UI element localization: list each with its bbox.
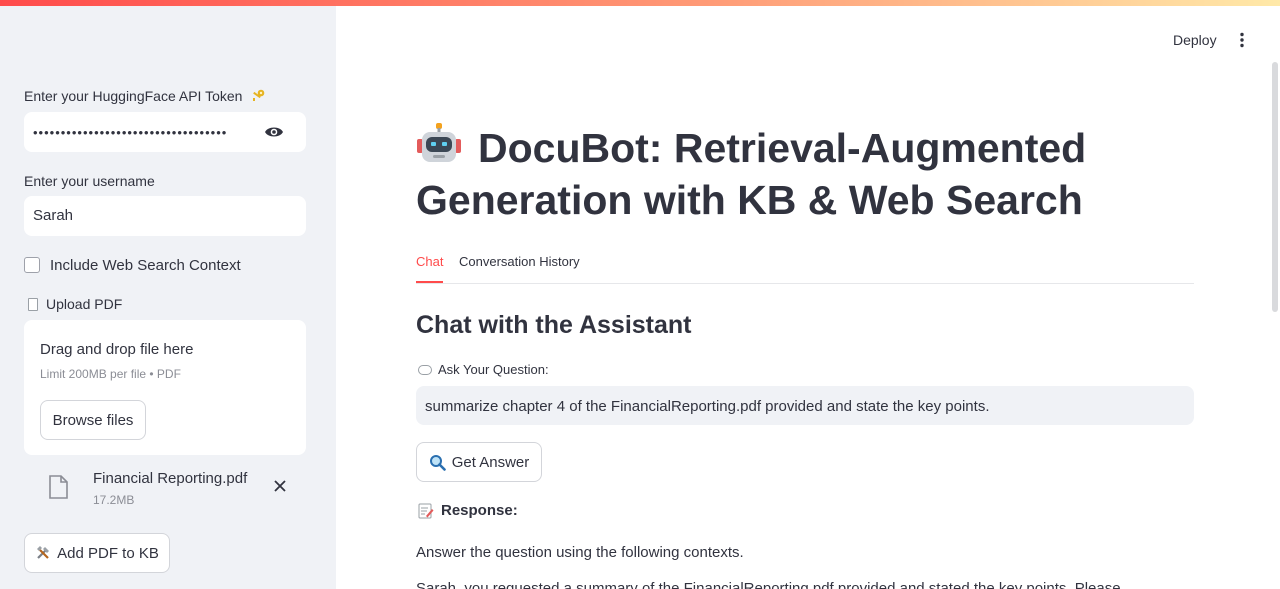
answer-partial: Sarah, you requested a summary of the Fi… xyxy=(416,580,1121,589)
scrollbar[interactable] xyxy=(1272,62,1278,312)
add-pdf-button[interactable]: Add PDF to KB xyxy=(24,533,170,573)
document-icon xyxy=(28,297,38,311)
upload-label: Upload PDF xyxy=(28,296,122,312)
browse-files-label: Browse files xyxy=(52,411,134,429)
dropzone-hint: Limit 200MB per file • PDF xyxy=(40,367,181,381)
response-label: Response: xyxy=(418,502,518,519)
speech-bubble-icon xyxy=(418,364,432,375)
browse-files-button[interactable]: Browse files xyxy=(40,400,146,440)
upload-label-text: Upload PDF xyxy=(46,296,123,312)
username-input[interactable]: Sarah xyxy=(24,196,306,236)
robot-icon xyxy=(417,123,461,162)
token-label-text: Enter your HuggingFace API Token xyxy=(24,88,243,104)
tab-chat[interactable]: Chat xyxy=(416,254,443,269)
tab-bar: Chat Conversation History xyxy=(416,254,1194,284)
file-size: 17.2MB xyxy=(93,493,135,507)
sidebar: Enter your HuggingFace API Token •••••••… xyxy=(0,0,336,589)
get-answer-label: Get Answer xyxy=(451,453,530,471)
ask-label: Ask Your Question: xyxy=(418,362,549,377)
active-tab-indicator xyxy=(416,281,443,283)
uploaded-file: Financial Reporting.pdf 17.2MB xyxy=(48,468,298,512)
add-pdf-label: Add PDF to KB xyxy=(57,544,159,562)
page-title: DocuBot: Retrieval-Augmented Generation … xyxy=(416,122,1176,226)
page-title-text: DocuBot: Retrieval-Augmented Generation … xyxy=(416,125,1087,223)
top-decoration-bar xyxy=(0,0,1280,6)
tab-conversation-history[interactable]: Conversation History xyxy=(459,254,580,269)
file-icon xyxy=(49,475,68,499)
eye-icon[interactable] xyxy=(264,123,284,141)
token-input[interactable]: ••••••••••••••••••••••••••••••••••• xyxy=(24,112,306,152)
token-input-value: ••••••••••••••••••••••••••••••••••• xyxy=(33,125,228,140)
answer-line: Answer the question using the following … xyxy=(416,544,744,561)
dropzone-title: Drag and drop file here xyxy=(40,341,194,358)
magnifier-icon xyxy=(429,454,446,471)
memo-icon xyxy=(418,503,434,518)
username-input-value: Sarah xyxy=(33,207,74,224)
username-label: Enter your username xyxy=(24,173,155,189)
question-input-value: summarize chapter 4 of the FinancialRepo… xyxy=(425,398,990,415)
chat-heading: Chat with the Assistant xyxy=(416,311,692,339)
ask-label-text: Ask Your Question: xyxy=(438,362,549,377)
key-icon xyxy=(253,89,265,101)
deploy-button[interactable]: Deploy xyxy=(1173,32,1217,48)
web-search-checkbox-row[interactable]: Include Web Search Context xyxy=(24,255,241,275)
tools-icon xyxy=(37,546,50,559)
response-label-text: Response: xyxy=(441,502,518,519)
web-search-label: Include Web Search Context xyxy=(50,256,241,274)
close-icon[interactable] xyxy=(272,478,288,494)
question-input[interactable]: summarize chapter 4 of the FinancialRepo… xyxy=(416,386,1194,425)
web-search-checkbox[interactable] xyxy=(24,257,40,273)
file-name: Financial Reporting.pdf xyxy=(93,470,248,487)
file-dropzone[interactable]: Drag and drop file here Limit 200MB per … xyxy=(24,320,306,455)
kebab-icon[interactable] xyxy=(1236,32,1248,48)
token-label: Enter your HuggingFace API Token xyxy=(24,88,266,104)
get-answer-button[interactable]: Get Answer xyxy=(416,442,542,482)
